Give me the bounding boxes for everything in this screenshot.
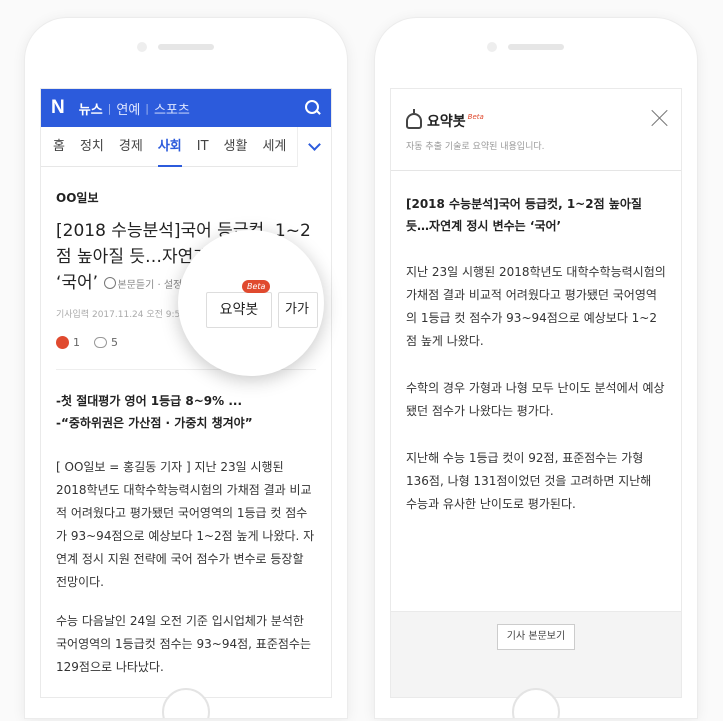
beta-badge: Beta <box>467 113 484 121</box>
camera-icon <box>487 42 497 52</box>
speaker-grille <box>508 44 564 50</box>
summary-footer: 기사 본문보기 <box>391 611 681 697</box>
tab-society[interactable]: 사회 <box>157 127 182 167</box>
listen-button[interactable]: 본문듣기 · 설정 <box>103 277 183 291</box>
category-tabs: 홈 정치 경제 사회 IT 생활 세계 <box>41 127 331 167</box>
speaker-grille <box>158 44 214 50</box>
right-phone-mockup: 요약봇 Beta 자동 추출 기술로 요약된 내용입니다. [2018 수능분석… <box>375 18 697 718</box>
subheading-2: -“중하위권은 가산점 · 가중치 챙겨야” <box>56 416 253 430</box>
service-tab-entertainment[interactable]: 연예 <box>116 99 140 118</box>
summary-title: 요약봇 <box>427 114 466 130</box>
search-icon[interactable] <box>303 99 321 117</box>
news-article-screen: N 뉴스 | 연예 | 스포츠 홈 정치 경제 사회 IT 생활 세계 OO일보… <box>40 88 332 698</box>
left-phone-mockup: N 뉴스 | 연예 | 스포츠 홈 정치 경제 사회 IT 생활 세계 OO일보… <box>25 18 347 718</box>
font-size-button[interactable]: 가가 <box>278 292 318 328</box>
article-subheadings: -첫 절대평가 영어 1등급 8~9% ... -“중하위권은 가산점 · 가중… <box>56 390 316 434</box>
separator: | <box>107 101 112 115</box>
summary-body: [2018 수능분석]국어 등급컷, 1~2점 높아질 듯…자연계 정시 변수는… <box>391 171 681 516</box>
category-expand-button[interactable] <box>297 127 331 167</box>
comment-count: 5 <box>111 336 118 349</box>
summary-description: 자동 추출 기술로 요약된 내용입니다. <box>406 142 545 152</box>
summary-bot-button[interactable]: 요약봇 <box>206 292 272 328</box>
zoom-magnifier: 요약봇 Beta 가가 <box>178 230 324 376</box>
article-body: [ OO일보 = 홍길동 기자 ] 지난 23일 시행된 2018학년도 대학수… <box>56 456 316 679</box>
body-paragraph-1: [ OO일보 = 홍길동 기자 ] 지난 23일 시행된 2018학년도 대학수… <box>56 460 315 589</box>
service-tab-news[interactable]: 뉴스 <box>79 99 103 118</box>
reaction-icon[interactable] <box>56 336 69 349</box>
summary-headline: [2018 수능분석]국어 등급컷, 1~2점 높아질 듯…자연계 정시 변수는… <box>406 197 642 233</box>
subheading-1: -첫 절대평가 영어 1등급 8~9% ... <box>56 394 243 408</box>
service-tab-sports[interactable]: 스포츠 <box>154 99 190 118</box>
camera-icon <box>137 42 147 52</box>
tab-home[interactable]: 홈 <box>53 127 65 167</box>
tab-world[interactable]: 세계 <box>262 127 286 167</box>
beta-badge: Beta <box>242 280 271 293</box>
robot-icon <box>406 109 422 129</box>
press-name[interactable]: OO일보 <box>56 189 316 206</box>
summary-paragraph-1: 지난 23일 시행된 2018학년도 대학수학능력시험의 가채점 결과 비교적 … <box>406 265 666 348</box>
chevron-down-icon <box>308 138 321 151</box>
listen-label: 본문듣기 · 설정 <box>117 280 183 291</box>
summary-bot-screen: 요약봇 Beta 자동 추출 기술로 요약된 내용입니다. [2018 수능분석… <box>390 88 682 698</box>
summary-header: 요약봇 Beta 자동 추출 기술로 요약된 내용입니다. <box>391 89 681 152</box>
reaction-count: 1 <box>73 336 80 349</box>
top-navigation-bar: N 뉴스 | 연예 | 스포츠 <box>41 89 331 127</box>
tab-politics[interactable]: 정치 <box>80 127 104 167</box>
tab-economy[interactable]: 경제 <box>119 127 143 167</box>
body-paragraph-2: 수능 다음날인 24일 오전 기준 입시업체가 분석한 국어영역의 1등급컷 점… <box>56 614 311 674</box>
tab-it[interactable]: IT <box>197 127 209 167</box>
summary-title-row: 요약봇 Beta <box>406 109 666 131</box>
view-article-button[interactable]: 기사 본문보기 <box>497 624 575 650</box>
separator: | <box>145 101 150 115</box>
speaker-icon <box>103 277 116 289</box>
summary-paragraph-3: 지난해 수능 1등급 컷이 92점, 표준점수는 가형 136점, 나형 131… <box>406 451 652 511</box>
close-icon[interactable] <box>651 109 669 127</box>
summary-paragraph-2: 수학의 경우 가형과 나형 모두 난이도 분석에서 예상됐던 점수가 나왔다는 … <box>406 381 665 418</box>
tab-life[interactable]: 생활 <box>224 127 248 167</box>
naver-logo[interactable]: N <box>51 97 65 119</box>
comment-icon[interactable] <box>94 337 107 348</box>
